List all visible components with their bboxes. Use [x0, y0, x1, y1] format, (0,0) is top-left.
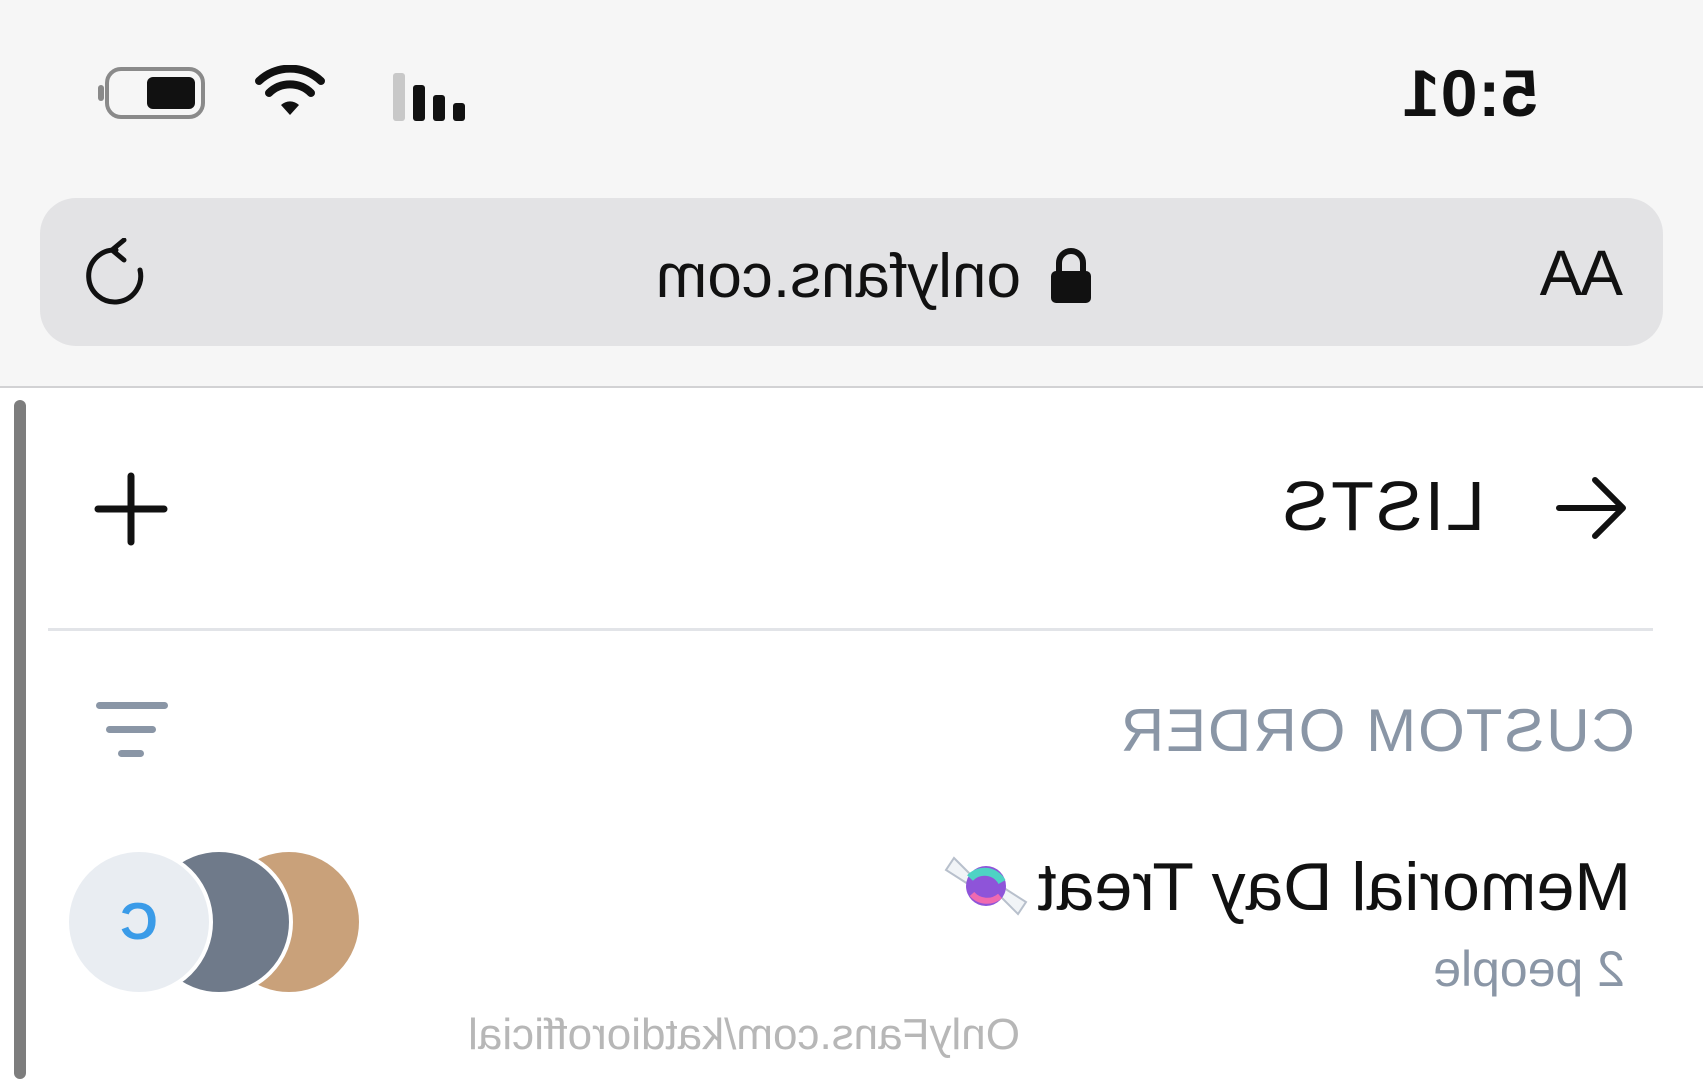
reload-icon[interactable]	[80, 238, 152, 310]
status-icons	[95, 65, 495, 121]
page-title: LISTS	[1280, 467, 1485, 545]
url-text: onlyfans.com	[655, 241, 1021, 311]
avatar: C	[65, 848, 213, 996]
lock-icon	[1051, 248, 1091, 303]
lists-header: LISTS	[0, 388, 1703, 628]
plus-icon[interactable]	[92, 470, 170, 548]
list-item-count: 2 people	[1433, 941, 1625, 997]
status-bar: 5:01	[0, 0, 1703, 190]
lists-page: LISTS CUSTOM ORDER Memorial Day Treat 2 …	[0, 388, 1703, 1079]
divider	[48, 628, 1653, 631]
list-item-name: Memorial Day Treat	[1037, 849, 1631, 925]
wifi-icon	[255, 65, 325, 115]
avatar-initial: C	[120, 893, 158, 951]
url-display[interactable]: onlyfans.com	[656, 236, 1093, 316]
watermark: OnlyFans.com/katdiorofficial	[468, 1010, 1020, 1059]
sort-icon[interactable]	[92, 698, 172, 764]
candy-icon	[944, 856, 1028, 916]
avatar-stack: C	[65, 848, 365, 998]
url-pill[interactable]: AA onlyfans.com	[40, 198, 1663, 346]
signal-icon	[393, 73, 465, 121]
sort-order-label[interactable]: CUSTOM ORDER	[1119, 696, 1635, 765]
browser-address-bar: AA onlyfans.com	[0, 190, 1703, 388]
text-size-button[interactable]: AA	[1542, 236, 1623, 310]
status-time: 5:01	[1401, 56, 1538, 130]
arrow-left-icon[interactable]	[1551, 468, 1631, 548]
battery-icon	[98, 67, 205, 119]
list-item-name-row: Memorial Day Treat	[940, 848, 1631, 926]
mirrored-screen: 5:01 AA onlyfans.com LISTS CUSTOM ORDER …	[0, 0, 1703, 1079]
